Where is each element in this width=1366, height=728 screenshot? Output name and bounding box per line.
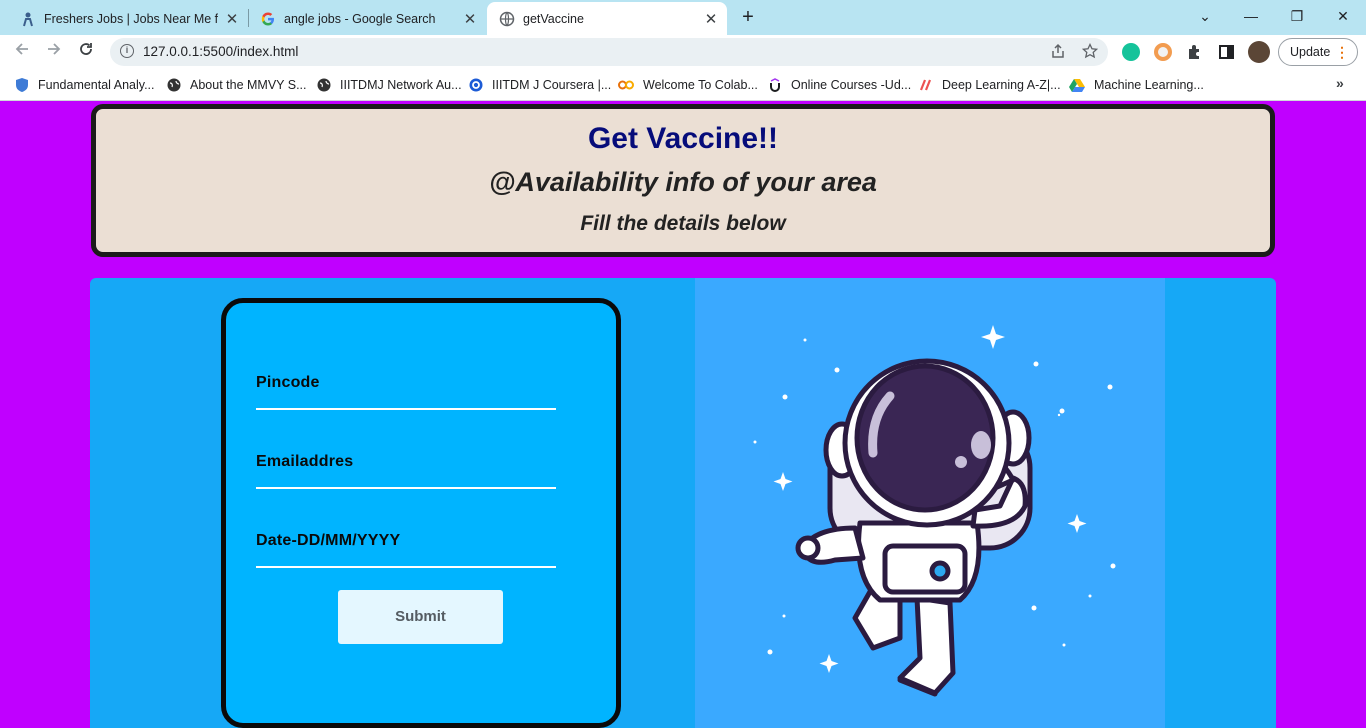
bookmark-item[interactable]: Online Courses -Ud...	[768, 76, 911, 94]
bookmark-label: IIITDMJ Network Au...	[340, 78, 462, 92]
bookmark-item[interactable]: Deep Learning A-Z|...	[919, 76, 1061, 94]
close-tab-icon[interactable]: ✕	[224, 10, 240, 28]
person-icon	[20, 11, 36, 27]
new-tab-button[interactable]: +	[738, 6, 758, 28]
bookmark-label: Deep Learning A-Z|...	[942, 78, 1061, 92]
update-label: Update	[1290, 45, 1331, 59]
reload-button[interactable]	[74, 40, 98, 64]
colab-icon	[618, 78, 634, 92]
url-text[interactable]: 127.0.0.1:5500/index.html	[143, 44, 298, 59]
extension-icon[interactable]	[1154, 43, 1172, 61]
page-title: Get Vaccine!!	[587, 122, 779, 155]
pincode-label: Pincode	[256, 374, 320, 391]
bookmark-label: Welcome To Colab...	[643, 78, 758, 92]
back-button[interactable]	[10, 40, 34, 64]
tab-title: Freshers Jobs | Jobs Near Me for F	[44, 11, 218, 26]
info-icon[interactable]: i	[120, 44, 134, 58]
coursera-icon	[469, 78, 483, 92]
date-field[interactable]: Date-DD/MM/YYYY	[256, 524, 556, 568]
forward-button[interactable]	[42, 40, 66, 64]
submit-button[interactable]: Submit	[338, 590, 503, 644]
minimize-button[interactable]: —	[1228, 4, 1274, 28]
bookmark-item[interactable]: Fundamental Analy...	[15, 76, 155, 94]
star-icon[interactable]	[1081, 42, 1099, 63]
tab-search-icon[interactable]: ⌄	[1182, 4, 1228, 28]
date-label: Date-DD/MM/YYYY	[256, 532, 401, 549]
globe-icon	[167, 78, 181, 92]
tab-title: getVaccine	[523, 11, 584, 26]
pincode-field[interactable]: Pincode	[256, 366, 556, 410]
page-subtitle: @Availability info of your area	[489, 167, 877, 197]
more-vert-icon: ⋮	[1335, 44, 1349, 60]
restore-button[interactable]: ❐	[1274, 4, 1320, 28]
arrow-left-icon	[15, 43, 28, 55]
header-card: Get Vaccine!! @Availability info of your…	[91, 104, 1275, 257]
shield-icon	[15, 78, 29, 92]
tab-title: angle jobs - Google Search	[284, 11, 436, 26]
browser-toolbar: i 127.0.0.1:5500/index.html Update ⋮	[0, 35, 1366, 69]
bookmark-label: Machine Learning...	[1094, 78, 1204, 92]
close-tab-icon[interactable]: ✕	[703, 10, 719, 28]
share-icon[interactable]	[1050, 43, 1066, 63]
reload-icon	[80, 43, 92, 55]
bookmark-item[interactable]: About the MMVY S...	[167, 76, 307, 94]
bookmark-label: IIITDM J Coursera |...	[492, 78, 612, 92]
tab-bar: Freshers Jobs | Jobs Near Me for F ✕ ang…	[0, 0, 1366, 35]
bookmark-item[interactable]: Machine Learning...	[1069, 76, 1204, 94]
tab-getvaccine[interactable]: getVaccine ✕	[487, 2, 727, 35]
vaccine-form: Pincode Emailaddres Date-DD/MM/YYYY Subm…	[221, 298, 621, 728]
bookmark-item[interactable]: IIITDMJ Network Au...	[317, 76, 462, 94]
astronaut-image	[753, 325, 1116, 697]
bookmarks-overflow-button[interactable]: »	[1336, 75, 1344, 91]
bookmarks-bar: Fundamental Analy... About the MMVY S...…	[0, 69, 1366, 101]
grammarly-icon[interactable]	[1122, 43, 1140, 61]
bookmark-item[interactable]: Welcome To Colab...	[618, 76, 758, 94]
globe-icon	[499, 11, 515, 27]
arrow-right-icon	[48, 43, 61, 55]
close-window-button[interactable]: ✕	[1320, 4, 1366, 28]
udemy-icon	[768, 78, 782, 92]
tab-freshers-jobs[interactable]: Freshers Jobs | Jobs Near Me for F ✕	[8, 2, 248, 35]
astronaut-illustration	[695, 278, 1165, 728]
bookmark-label: Fundamental Analy...	[38, 78, 155, 92]
close-tab-icon[interactable]: ✕	[462, 10, 478, 28]
drive-icon	[1069, 78, 1085, 92]
update-button[interactable]: Update ⋮	[1278, 38, 1358, 66]
side-panel-icon[interactable]	[1218, 43, 1236, 61]
globe-icon	[317, 78, 331, 92]
email-field[interactable]: Emailaddres	[256, 445, 556, 489]
bookmark-label: Online Courses -Ud...	[791, 78, 912, 92]
page-instruction: Fill the details below	[580, 212, 786, 235]
email-label: Emailaddres	[256, 453, 354, 470]
tab-google-search[interactable]: angle jobs - Google Search ✕	[248, 2, 486, 35]
google-icon	[260, 11, 276, 27]
bookmark-item[interactable]: IIITDM J Coursera |...	[469, 76, 611, 94]
avatar[interactable]	[1248, 41, 1270, 63]
udemy-logo-icon	[919, 78, 933, 92]
bookmark-label: About the MMVY S...	[190, 78, 307, 92]
puzzle-icon[interactable]	[1186, 43, 1204, 61]
address-bar[interactable]: i 127.0.0.1:5500/index.html	[110, 38, 1108, 66]
